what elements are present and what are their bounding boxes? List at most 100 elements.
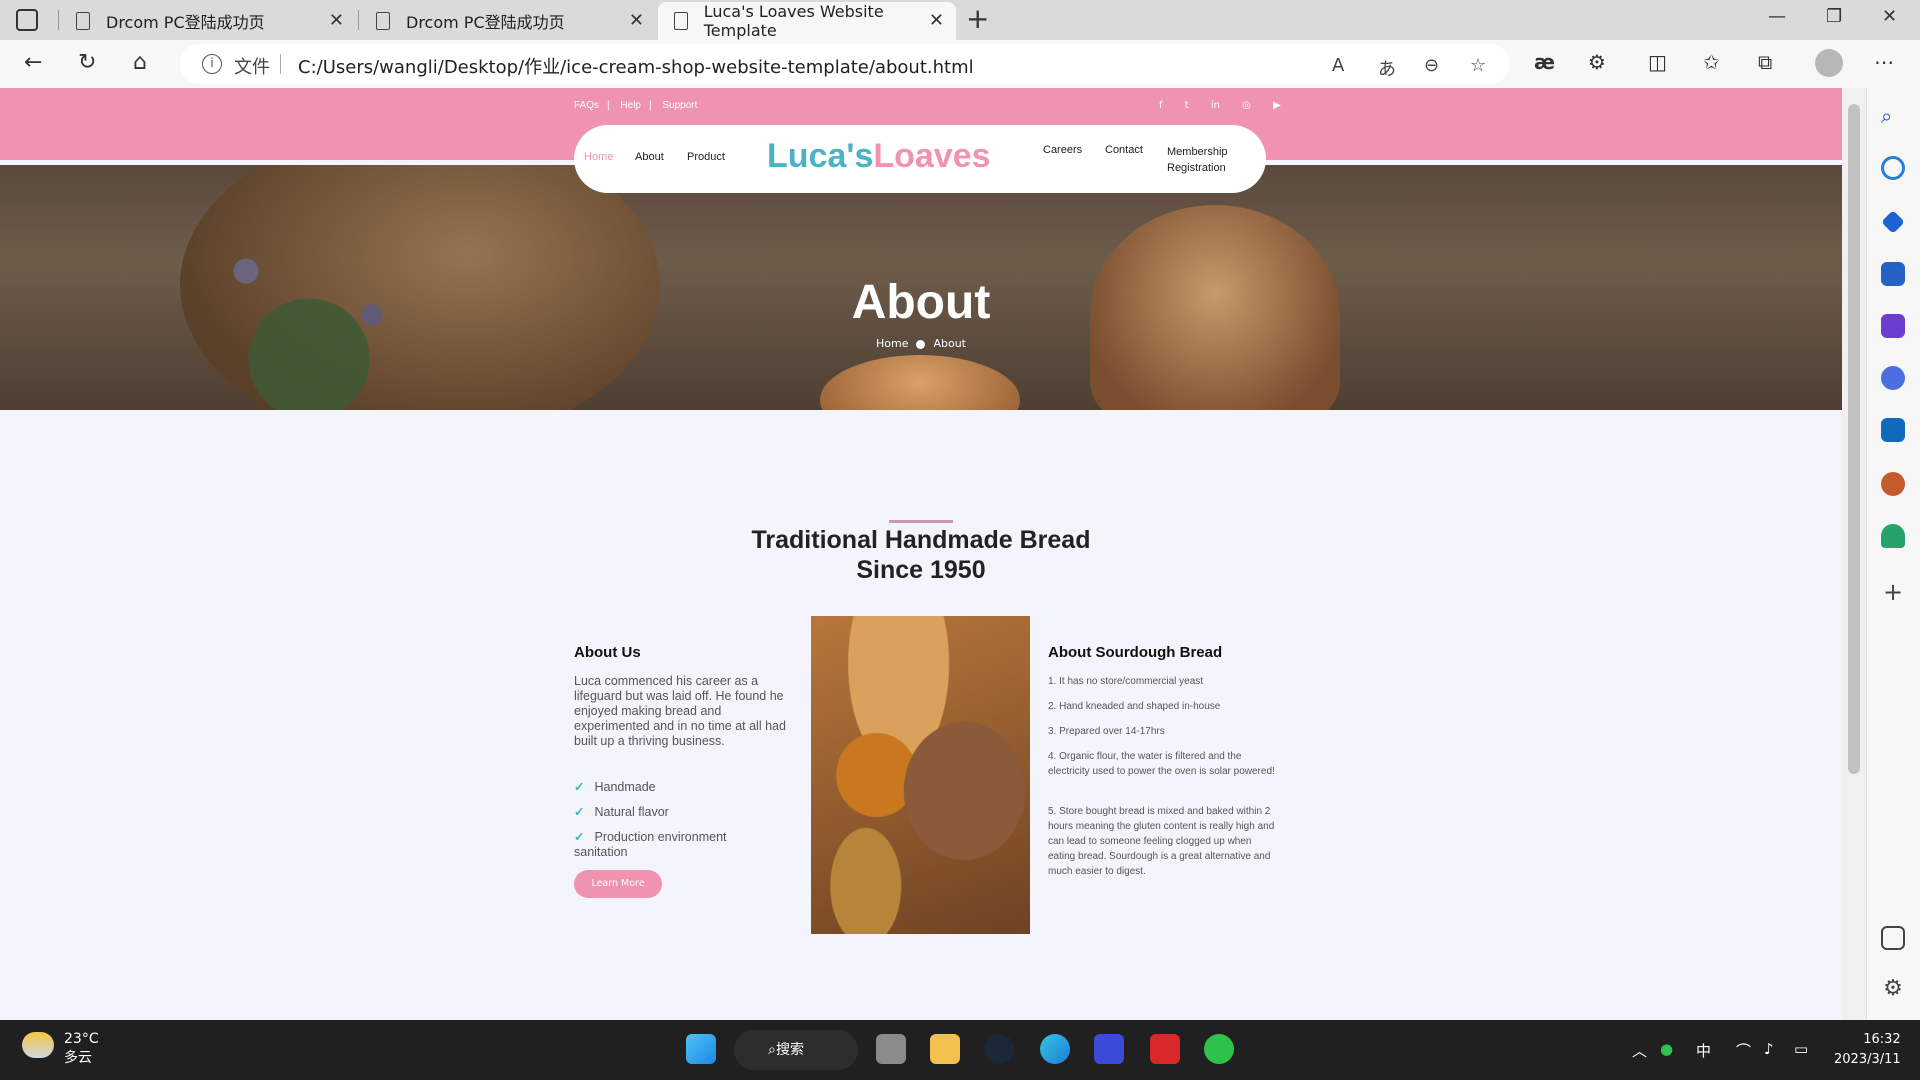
read-aloud-icon[interactable]: A — [1332, 55, 1344, 76]
back-button[interactable]: ← — [24, 50, 42, 75]
breadcrumb-dot — [916, 339, 926, 349]
learn-more-button[interactable]: Learn More — [574, 870, 662, 898]
twitter-icon[interactable]: t — [1185, 100, 1189, 111]
temperature: 23°C — [64, 1031, 99, 1047]
tab-3-active[interactable]: Luca's Loaves Website Template ✕ — [658, 2, 956, 40]
nav-careers[interactable]: Careers — [1043, 144, 1082, 156]
breadcrumb-home[interactable]: Home — [876, 337, 908, 350]
more-menu-icon[interactable]: ⋯ — [1874, 50, 1894, 74]
section-divider — [889, 520, 953, 523]
ime-indicator[interactable]: 中 — [1696, 1040, 1711, 1061]
instagram-icon[interactable]: ◎ — [1242, 100, 1251, 111]
bing-icon[interactable] — [1881, 156, 1905, 180]
close-icon[interactable]: ✕ — [329, 10, 344, 31]
address-separator — [280, 54, 281, 74]
tab-separator — [358, 10, 359, 30]
app-icon[interactable] — [1094, 1034, 1124, 1064]
tab-bar: Drcom PC登陆成功页 ✕ Drcom PC登陆成功页 ✕ Luca's L… — [0, 0, 1920, 40]
scrollbar-thumb[interactable] — [1848, 104, 1860, 774]
tree-icon[interactable] — [1881, 524, 1905, 548]
tray-wechat-icon[interactable]: ● — [1660, 1040, 1673, 1058]
hero-banner: About Home About — [0, 165, 1842, 410]
outlook-icon[interactable] — [1881, 418, 1905, 442]
task-view-icon[interactable] — [876, 1034, 906, 1064]
settings-icon[interactable]: ⚙ — [1881, 976, 1905, 1001]
link-separator: | — [648, 100, 652, 111]
tab-actions-icon[interactable] — [16, 9, 38, 31]
page-scrollbar[interactable] — [1842, 88, 1866, 1020]
extensions-icon[interactable]: ⚙ — [1588, 50, 1606, 74]
wifi-icon[interactable]: ⌒ — [1736, 1040, 1751, 1061]
e-extension-icon[interactable] — [1881, 472, 1905, 496]
time: 16:32 — [1863, 1032, 1901, 1047]
file-explorer-icon[interactable] — [930, 1034, 960, 1064]
refresh-button[interactable]: ↻ — [78, 50, 96, 75]
info-icon[interactable]: i — [202, 54, 222, 74]
youtube-icon[interactable]: ▶ — [1273, 100, 1281, 111]
support-link[interactable]: Support — [662, 100, 697, 111]
restore-button[interactable]: ❐ — [1826, 6, 1842, 27]
linkedin-icon[interactable]: in — [1211, 100, 1220, 111]
link-separator: | — [607, 100, 610, 111]
facebook-icon[interactable]: f — [1159, 100, 1163, 111]
social-links: f t in ◎ ▶ — [1140, 100, 1281, 111]
home-button[interactable]: ⌂ — [133, 50, 147, 75]
clock[interactable]: 16:32 2023/3/11 — [1834, 1030, 1901, 1070]
site-logo[interactable]: Luca'sLoaves — [767, 137, 991, 176]
tab-title: Luca's Loaves Website Template — [703, 2, 884, 40]
tab-2[interactable]: Drcom PC登陆成功页 ✕ — [360, 2, 656, 40]
nav-membership[interactable]: Membership Registration — [1167, 144, 1247, 176]
page-icon — [674, 12, 688, 30]
close-icon[interactable]: ✕ — [929, 10, 944, 31]
browser-toolbar: ← ↻ ⌂ i 文件 C:/Users/wangli/Desktop/作业/ic… — [0, 40, 1920, 88]
add-icon[interactable]: + — [1881, 578, 1905, 606]
top-links: FAQs | Help | Support — [574, 100, 705, 111]
search-icon: ⌕ — [768, 1042, 776, 1058]
start-icon[interactable] — [686, 1034, 716, 1064]
steam-icon[interactable] — [984, 1034, 1014, 1064]
section-title-line1: Traditional Handmade Bread — [751, 526, 1091, 554]
nav-product[interactable]: Product — [687, 151, 725, 163]
weather-widget[interactable]: 23°C 多云 — [64, 1030, 99, 1068]
wechat-icon[interactable] — [1204, 1034, 1234, 1064]
profile-avatar[interactable] — [1815, 49, 1843, 77]
section-title-line2: Since 1950 — [856, 556, 986, 584]
nav-home[interactable]: Home — [584, 151, 613, 163]
favorites-icon[interactable]: ✩ — [1703, 50, 1720, 74]
tools-icon[interactable] — [1881, 262, 1905, 286]
taskbar-search[interactable]: ⌕ 搜索 — [734, 1030, 858, 1070]
office-icon[interactable] — [1881, 366, 1905, 390]
translate-icon[interactable]: あ — [1378, 55, 1396, 81]
battery-icon[interactable]: ▭ — [1794, 1040, 1808, 1058]
games-icon[interactable] — [1881, 314, 1905, 338]
hide-sidebar-icon[interactable] — [1881, 926, 1905, 950]
tab-title: Drcom PC登陆成功页 — [406, 13, 565, 32]
tab-separator — [58, 10, 59, 30]
collections-icon[interactable]: ⧉ — [1758, 50, 1772, 74]
taskbar: 23°C 多云 ⌕ 搜索 ︿ ● 中 ⌒ ♪ ▭ 16:32 2023/3/11 — [0, 1020, 1920, 1080]
help-link[interactable]: Help — [620, 100, 641, 111]
logo-part1: Luca's — [767, 137, 874, 175]
split-screen-icon[interactable]: ◫ — [1648, 50, 1667, 74]
window-close-button[interactable]: ✕ — [1882, 6, 1897, 27]
new-tab-button[interactable]: + — [966, 4, 989, 34]
volume-icon[interactable]: ♪ — [1764, 1040, 1774, 1058]
minimize-button[interactable]: — — [1768, 6, 1786, 27]
favorite-add-icon[interactable]: ☆ — [1470, 55, 1486, 76]
faqs-link[interactable]: FAQs — [574, 100, 599, 111]
nav-contact[interactable]: Contact — [1105, 144, 1143, 156]
close-icon[interactable]: ✕ — [629, 10, 644, 31]
url-text[interactable]: C:/Users/wangli/Desktop/作业/ice-cream-sho… — [298, 53, 974, 79]
tray-chevron-icon[interactable]: ︿ — [1632, 1040, 1647, 1061]
extension-ae-icon[interactable]: æ — [1534, 50, 1555, 74]
weather-icon[interactable] — [22, 1032, 54, 1058]
zoom-out-icon[interactable]: ⊖ — [1424, 55, 1439, 76]
search-icon[interactable]: ⌕ — [1881, 104, 1905, 128]
wps-icon[interactable] — [1150, 1034, 1180, 1064]
edge-icon[interactable] — [1040, 1034, 1070, 1064]
shopping-icon[interactable] — [1881, 210, 1905, 234]
tab-1[interactable]: Drcom PC登陆成功页 ✕ — [60, 2, 356, 40]
nav-about[interactable]: About — [635, 151, 664, 163]
file-label: 文件 — [234, 57, 270, 78]
address-bar[interactable]: i 文件 C:/Users/wangli/Desktop/作业/ice-crea… — [180, 44, 1510, 84]
